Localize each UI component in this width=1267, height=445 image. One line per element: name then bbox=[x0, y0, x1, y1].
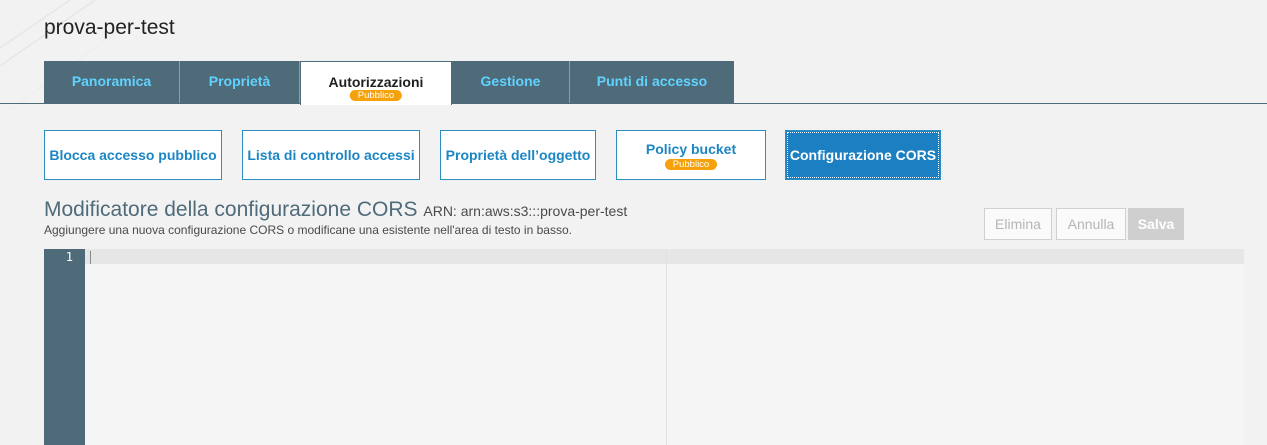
delete-button[interactable]: Elimina bbox=[984, 208, 1052, 240]
cancel-button[interactable]: Annulla bbox=[1056, 208, 1126, 240]
save-button[interactable]: Salva bbox=[1128, 208, 1184, 240]
line-number: 1 bbox=[65, 250, 73, 264]
subtab-label: Configurazione CORS bbox=[789, 147, 937, 163]
active-line-highlight bbox=[85, 249, 1244, 264]
subtab-lista-controllo-accessi[interactable]: Lista di controllo accessi bbox=[242, 130, 420, 180]
bucket-arn: ARN: arn:aws:s3:::prova-per-test bbox=[423, 203, 628, 219]
subtab-configurazione-cors[interactable]: Configurazione CORS bbox=[785, 130, 941, 180]
cors-code-editor[interactable]: 1 bbox=[44, 249, 1244, 445]
tab-label: Punti di accesso bbox=[596, 73, 708, 89]
main-tabs: Panoramica Proprietà Autorizzazioni Pubb… bbox=[44, 61, 734, 105]
bucket-name-title: prova-per-test bbox=[44, 16, 175, 39]
editor-heading: Modificatore della configurazione CORS A… bbox=[44, 198, 627, 222]
public-badge: Pubblico bbox=[349, 90, 403, 101]
subtab-proprieta-oggetto[interactable]: Proprietà dell’oggetto bbox=[440, 130, 596, 180]
subtab-label: Blocca accesso pubblico bbox=[49, 147, 217, 163]
tab-proprieta[interactable]: Proprietà bbox=[180, 61, 300, 103]
public-badge: Pubblico bbox=[664, 158, 718, 170]
text-cursor bbox=[90, 251, 91, 264]
tab-autorizzazioni[interactable]: Autorizzazioni Pubblico bbox=[300, 61, 452, 105]
subtab-label: Policy bucket bbox=[645, 140, 737, 157]
tab-panoramica[interactable]: Panoramica bbox=[44, 61, 180, 103]
tab-gestione[interactable]: Gestione bbox=[452, 61, 570, 103]
tab-label: Gestione bbox=[480, 73, 541, 89]
editor-title: Modificatore della configurazione CORS bbox=[44, 198, 418, 221]
tab-label: Autorizzazioni bbox=[328, 73, 424, 90]
tab-label: Panoramica bbox=[71, 73, 152, 89]
print-margin bbox=[666, 249, 667, 445]
subtab-policy-bucket[interactable]: Policy bucket Pubblico bbox=[616, 130, 766, 180]
tab-punti-di-accesso[interactable]: Punti di accesso bbox=[570, 61, 734, 103]
subtab-label: Proprietà dell’oggetto bbox=[445, 147, 591, 163]
subtab-label: Lista di controllo accessi bbox=[247, 147, 415, 163]
tab-label: Proprietà bbox=[208, 73, 271, 89]
subtab-blocca-accesso-pubblico[interactable]: Blocca accesso pubblico bbox=[44, 130, 222, 180]
editor-description: Aggiungere una nuova configurazione CORS… bbox=[44, 223, 572, 237]
editor-gutter: 1 bbox=[44, 249, 85, 445]
